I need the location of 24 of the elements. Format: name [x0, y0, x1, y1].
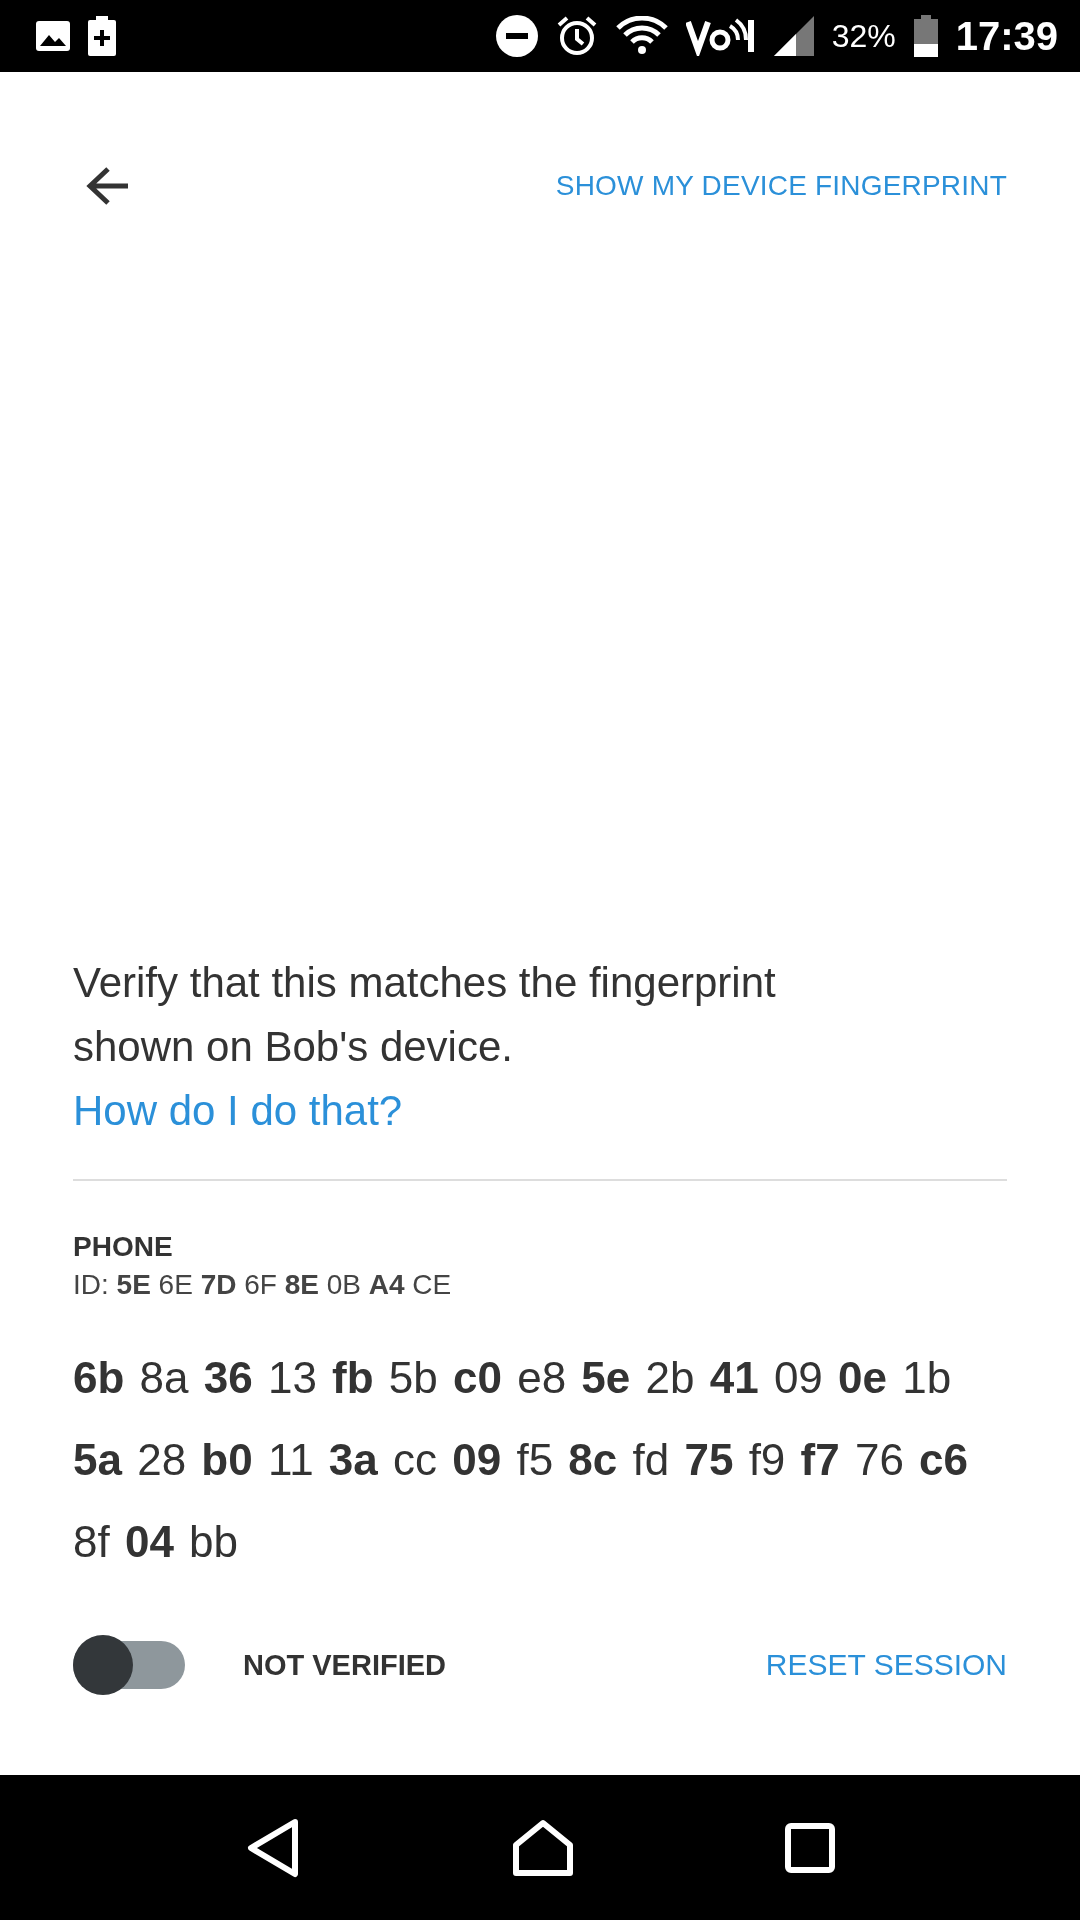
battery-icon — [913, 15, 938, 57]
fingerprint-line: 5a 28 b0 11 3a cc 09 f5 8c fd 75 f9 f7 76 c6 — [73, 1434, 970, 1486]
device-name: PHONE — [73, 1231, 174, 1263]
signal-icon — [773, 16, 814, 56]
fingerprint-line: 8f 04 bb — [73, 1516, 240, 1568]
device-id: ID: 5E 6E 7D 6F 8E 0B A4 CE — [73, 1269, 453, 1301]
image-icon — [36, 21, 70, 51]
verification-status: NOT VERIFIED — [243, 1648, 446, 1682]
help-link[interactable]: How do I do that? — [73, 1079, 403, 1143]
verify-message: Verify that this matches the fingerprint shown on Bob's device. — [73, 958, 777, 1072]
battery-charging-icon — [88, 16, 116, 56]
clock-time: 17:39 — [955, 13, 1058, 59]
recent-apps-icon[interactable] — [784, 1822, 835, 1873]
show-fingerprint-link[interactable]: SHOW MY DEVICE FINGERPRINT — [555, 170, 1007, 202]
fingerprint-line: 6b 8a 36 13 fb 5b c0 e8 5e 2b 41 09 0e 1b — [73, 1352, 953, 1404]
wifi-icon — [615, 16, 668, 56]
verified-switch[interactable] — [73, 1635, 185, 1695]
alarm-icon — [555, 15, 598, 57]
reset-session-link[interactable]: RESET SESSION — [765, 1648, 1007, 1682]
do-not-disturb-icon — [495, 15, 538, 57]
battery-percentage: 32% — [831, 17, 896, 55]
volte-icon — [685, 16, 756, 56]
home-icon[interactable] — [512, 1818, 574, 1877]
back-arrow-icon[interactable] — [86, 166, 130, 206]
